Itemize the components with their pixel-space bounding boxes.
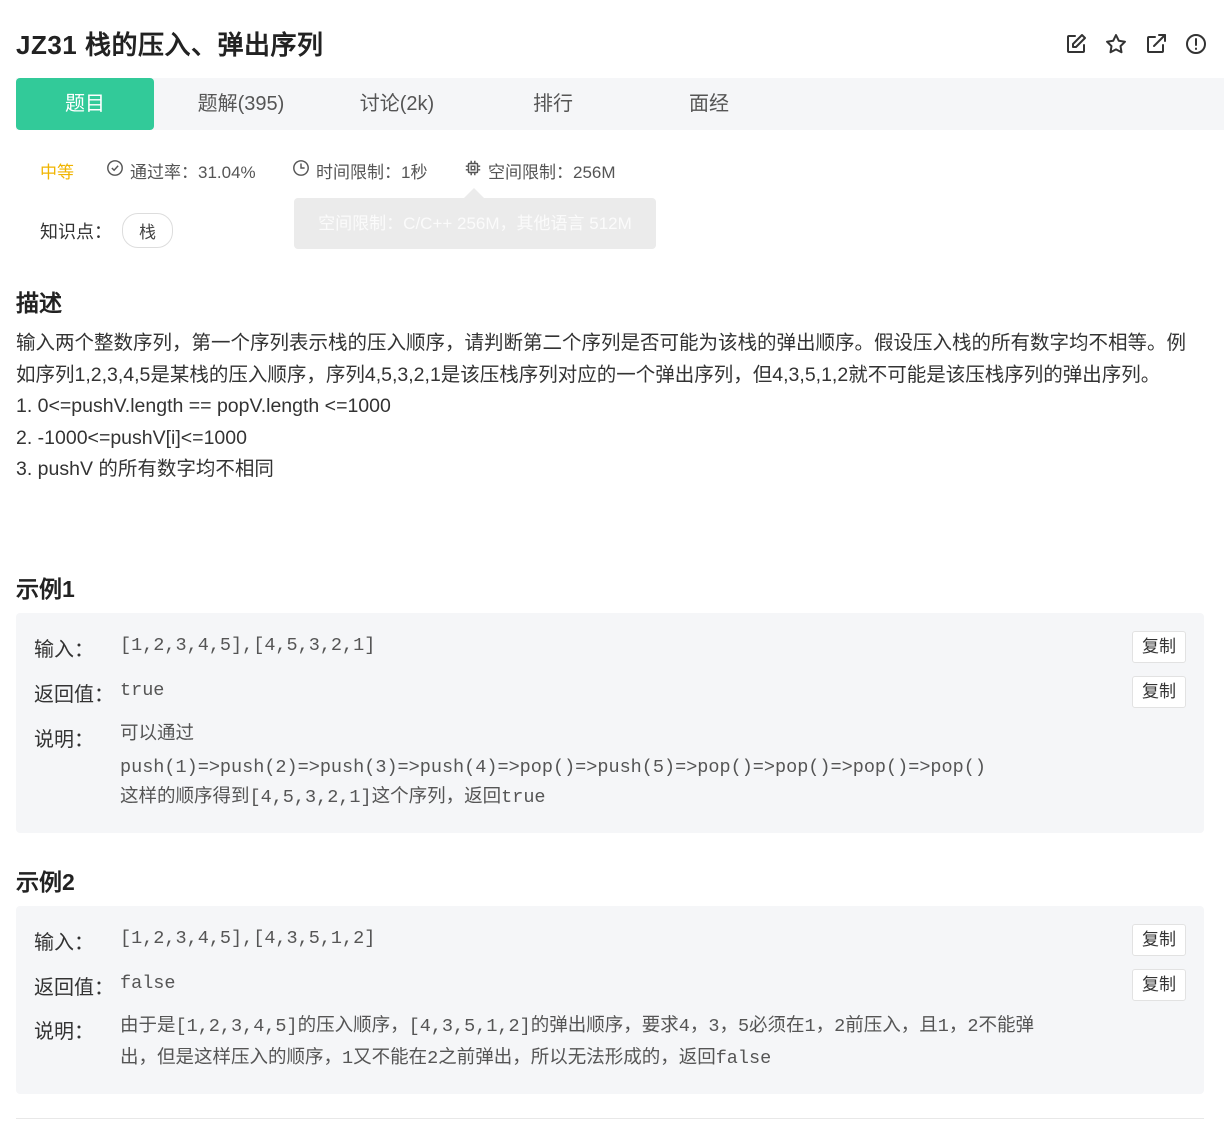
knowledge-points: 知识点： 栈 [40, 213, 173, 248]
tab-interview[interactable]: 面经 [640, 78, 778, 130]
check-circle-icon [106, 159, 124, 182]
difficulty-text: 中等 [40, 163, 74, 182]
page-header: JZ31 栈的压入、弹出序列 [16, 26, 1208, 66]
output-value: true [120, 680, 165, 701]
tab-bar: 题目 题解(395) 讨论(2k) 排行 面经 [16, 78, 1224, 130]
description-body: 输入两个整数序列，第一个序列表示栈的压入顺序，请判断第二个序列是否可能为该栈的弹… [16, 328, 1202, 486]
edit-icon[interactable] [1064, 32, 1088, 56]
difficulty-label: 中等 [40, 158, 74, 183]
knowledge-tag[interactable]: 栈 [122, 213, 173, 248]
input-value: [1,2,3,4,5],[4,5,3,2,1] [120, 635, 376, 656]
copy-input-button[interactable]: 复制 [1132, 631, 1186, 663]
page-title: JZ31 栈的压入、弹出序列 [16, 30, 324, 60]
example1-box: 输入： [1,2,3,4,5],[4,5,3,2,1] 复制 返回值： true… [16, 613, 1204, 833]
space-limit-tooltip: 空间限制：C/C++ 256M，其他语言 512M [294, 188, 656, 249]
external-link-icon[interactable] [1144, 32, 1168, 56]
description-heading: 描述 [16, 290, 62, 316]
header-actions [1064, 32, 1208, 56]
explain-line: 出，但是这样压入的顺序，1又不能在2之前弹出，所以无法形成的，返回false [120, 1048, 772, 1069]
input-value: [1,2,3,4,5],[4,3,5,1,2] [120, 928, 376, 949]
chip-icon [464, 159, 482, 182]
clock-icon [292, 159, 310, 182]
space-limit-text: 空间限制：256M [488, 163, 616, 182]
constraint-item: 3. pushV 的所有数字均不相同 [16, 458, 274, 480]
constraint-item: 1. 0<=pushV.length == popV.length <=1000 [16, 395, 391, 417]
bottom-divider [16, 1118, 1204, 1119]
description-paragraph: 输入两个整数序列，第一个序列表示栈的压入顺序，请判断第二个序列是否可能为该栈的弹… [16, 332, 1187, 386]
copy-output-button[interactable]: 复制 [1132, 676, 1186, 708]
star-icon[interactable] [1104, 32, 1128, 56]
knowledge-label: 知识点： [40, 221, 112, 242]
tab-ranking[interactable]: 排行 [484, 78, 622, 130]
tab-discussion[interactable]: 讨论(2k) [328, 78, 466, 130]
copy-output-button[interactable]: 复制 [1132, 969, 1186, 1001]
explain-label: 说明： [34, 729, 94, 751]
tab-problem[interactable]: 题目 [16, 78, 154, 130]
explain-line: push(1)=>push(2)=>push(3)=>push(4)=>pop(… [120, 757, 986, 778]
output-value: false [120, 973, 176, 994]
pass-rate-text: 通过率：31.04% [130, 163, 256, 182]
explain-line: 由于是[1,2,3,4,5]的压入顺序，[4,3,5,1,2]的弹出顺序，要求4… [120, 1016, 1034, 1037]
time-limit: 时间限制：1秒 [292, 158, 427, 183]
example2-heading: 示例2 [16, 869, 75, 895]
time-limit-text: 时间限制：1秒 [316, 163, 428, 182]
report-icon[interactable] [1184, 32, 1208, 56]
explain-label: 说明： [34, 1021, 94, 1043]
tab-solutions[interactable]: 题解(395) [172, 78, 310, 130]
explain-line: 可以通过 [120, 724, 195, 745]
explain-line: 这样的顺序得到[4,5,3,2,1]这个序列，返回true [120, 787, 546, 808]
example2-box: 输入： [1,2,3,4,5],[4,3,5,1,2] 复制 返回值： fals… [16, 906, 1204, 1094]
input-label: 输入： [34, 932, 94, 954]
space-limit[interactable]: 空间限制：256M [464, 158, 616, 183]
input-label: 输入： [34, 639, 94, 661]
output-label: 返回值： [34, 977, 114, 999]
copy-input-button[interactable]: 复制 [1132, 924, 1186, 956]
output-label: 返回值： [34, 684, 114, 706]
pass-rate: 通过率：31.04% [106, 158, 256, 183]
constraint-item: 2. -1000<=pushV[i]<=1000 [16, 426, 247, 449]
example1-heading: 示例1 [16, 576, 75, 602]
